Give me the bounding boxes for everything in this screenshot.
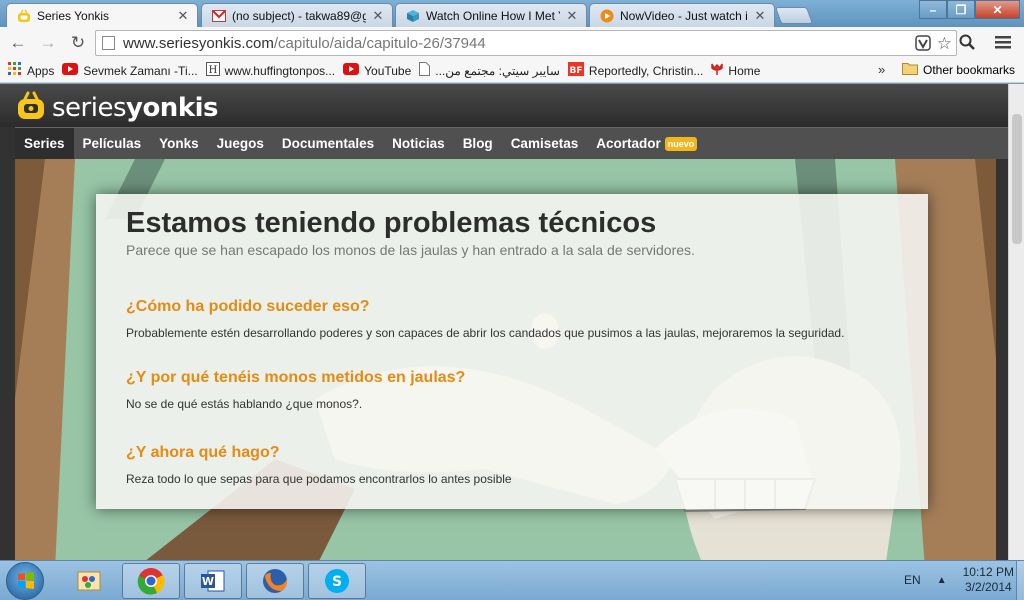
bf-icon: BF	[567, 62, 584, 79]
chrome-icon[interactable]	[122, 563, 180, 599]
close-tab-icon[interactable]: ✕	[177, 8, 189, 24]
paint-icon[interactable]	[60, 563, 118, 599]
windows-taskbar: W S EN ▲ 10:12 PM 3/2/2014	[0, 560, 1024, 600]
huffpost-icon: H	[205, 62, 220, 79]
show-desktop-button[interactable]	[1016, 561, 1024, 600]
restore-button[interactable]: ❐	[947, 0, 975, 19]
start-button[interactable]	[6, 562, 44, 600]
error-title: Estamos teniendo problemas técnicos	[126, 207, 657, 239]
new-tab-button[interactable]	[774, 7, 814, 24]
vertical-scrollbar[interactable]	[1008, 84, 1024, 560]
seriesyonkis-favicon	[17, 9, 31, 23]
error-panel: Estamos teniendo problemas técnicos Pare…	[96, 194, 928, 509]
tab-strip: Series Yonkis ✕ (no subject) - takwa89@g…	[0, 0, 1024, 27]
skype-icon[interactable]: S	[308, 563, 366, 599]
nav-juegos[interactable]: Juegos	[208, 128, 273, 159]
nav-peliculas[interactable]: Películas	[74, 128, 151, 159]
window-controls: – ❐ ✕	[919, 0, 1020, 19]
bookmarks-overflow-chevron[interactable]: »	[878, 62, 885, 77]
address-bar[interactable]: www.seriesyonkis.com/capitulo/aida/capit…	[95, 30, 957, 56]
faq-question-3: ¿Y ahora qué hago?	[126, 443, 280, 461]
faq-answer-2: No se de qué estás hablando ¿que monos?.	[126, 396, 363, 411]
language-indicator[interactable]: EN	[904, 573, 921, 587]
word-icon[interactable]: W	[184, 563, 242, 599]
system-tray: EN ▲ 10:12 PM 3/2/2014	[904, 565, 1014, 595]
tulip-icon	[711, 62, 724, 79]
nav-noticias[interactable]: Noticias	[383, 128, 454, 159]
nav-acortador[interactable]: Acortador nuevo	[587, 128, 706, 159]
box-icon	[406, 9, 420, 23]
tray-expand-icon[interactable]: ▲	[937, 575, 947, 586]
back-arrow-icon[interactable]: ←	[6, 31, 30, 55]
page-icon	[419, 62, 431, 79]
play-icon	[600, 9, 614, 23]
page-icon	[102, 36, 115, 50]
nav-yonks[interactable]: Yonks	[150, 128, 208, 159]
scrollbar-thumb[interactable]	[1012, 114, 1022, 244]
tab-title: (no subject) - takwa89@g	[232, 8, 366, 23]
error-subtitle: Parece que se han escapado los monos de …	[126, 241, 695, 258]
bookmarks-bar: Apps Sevmek Zamanı -Ti... H www.huffingt…	[0, 59, 1024, 83]
bookmark-youtube[interactable]: YouTube	[343, 63, 411, 78]
gmail-icon	[212, 9, 226, 23]
new-badge: nuevo	[664, 136, 698, 151]
menu-icon[interactable]	[992, 31, 1014, 53]
forward-arrow-icon[interactable]: →	[36, 31, 60, 55]
search-icon[interactable]	[956, 31, 978, 53]
svg-text:BF: BF	[569, 66, 582, 76]
close-tab-icon[interactable]: ✕	[754, 8, 766, 24]
youtube-icon	[62, 63, 79, 78]
site-logo[interactable]: seriesyonkis	[16, 91, 219, 124]
apps-grid-icon	[8, 62, 22, 79]
reload-icon[interactable]: ↻	[66, 31, 90, 55]
bookmark-star-icon[interactable]: ☆	[937, 34, 952, 54]
folder-icon	[902, 62, 918, 78]
faq-answer-3: Reza todo lo que sepas para que podamos …	[126, 471, 512, 486]
bookmark-huffington[interactable]: H www.huffingtonpos...	[205, 62, 335, 79]
svg-text:W: W	[202, 575, 214, 588]
faq-question-1: ¿Cómo ha podido suceder eso?	[126, 297, 370, 315]
page-viewport: seriesyonkis Series Películas Yonks Jueg…	[0, 84, 1024, 560]
bookmark-apps[interactable]: Apps	[8, 62, 54, 79]
svg-text:H: H	[208, 65, 217, 76]
faq-question-2: ¿Y por qué tenéis monos metidos en jaula…	[126, 368, 466, 386]
svg-text:S: S	[332, 574, 342, 590]
tab-gmail[interactable]: (no subject) - takwa89@g ✕	[201, 3, 393, 27]
firefox-icon[interactable]	[246, 563, 304, 599]
nav-camisetas[interactable]: Camisetas	[502, 128, 588, 159]
bookmark-sevmek[interactable]: Sevmek Zamanı -Ti...	[62, 63, 198, 78]
tab-watch-online[interactable]: Watch Online How I Met Y ✕	[395, 3, 587, 27]
clock[interactable]: 10:12 PM 3/2/2014	[963, 565, 1014, 595]
tab-title: Watch Online How I Met Y	[426, 8, 560, 23]
close-tab-icon[interactable]: ✕	[566, 8, 578, 24]
extension-shield-icon[interactable]	[915, 34, 931, 54]
site-nav: Series Películas Yonks Juegos Documental…	[15, 127, 1008, 159]
bookmark-reportedly[interactable]: BF Reportedly, Christin...	[567, 62, 703, 79]
minimize-button[interactable]: –	[919, 0, 947, 19]
faq-answer-1: Probablemente estén desarrollando podere…	[126, 325, 845, 340]
close-window-button[interactable]: ✕	[975, 0, 1020, 19]
site-header: seriesyonkis	[0, 84, 1008, 127]
url-text[interactable]: www.seriesyonkis.com/capitulo/aida/capit…	[123, 35, 486, 52]
tab-title: Series Yonkis	[37, 8, 110, 23]
close-tab-icon[interactable]: ✕	[372, 8, 384, 24]
tab-series-yonkis[interactable]: Series Yonkis ✕	[6, 3, 198, 27]
browser-toolbar: ← → ↻ www.seriesyonkis.com/capitulo/aida…	[0, 27, 1024, 59]
tab-title: NowVideo - Just watch it	[620, 8, 748, 23]
tv-logo-icon	[16, 91, 46, 124]
bookmark-home[interactable]: Home	[711, 62, 760, 79]
youtube-icon	[343, 63, 360, 78]
tab-nowvideo[interactable]: NowVideo - Just watch it ✕	[589, 3, 775, 27]
nav-series[interactable]: Series	[15, 128, 74, 159]
other-bookmarks[interactable]: Other bookmarks	[902, 62, 1015, 78]
bookmark-cyber-city[interactable]: سايبر سيتي: مجتمع من...	[419, 62, 560, 79]
nav-blog[interactable]: Blog	[454, 128, 502, 159]
nav-documentales[interactable]: Documentales	[273, 128, 383, 159]
